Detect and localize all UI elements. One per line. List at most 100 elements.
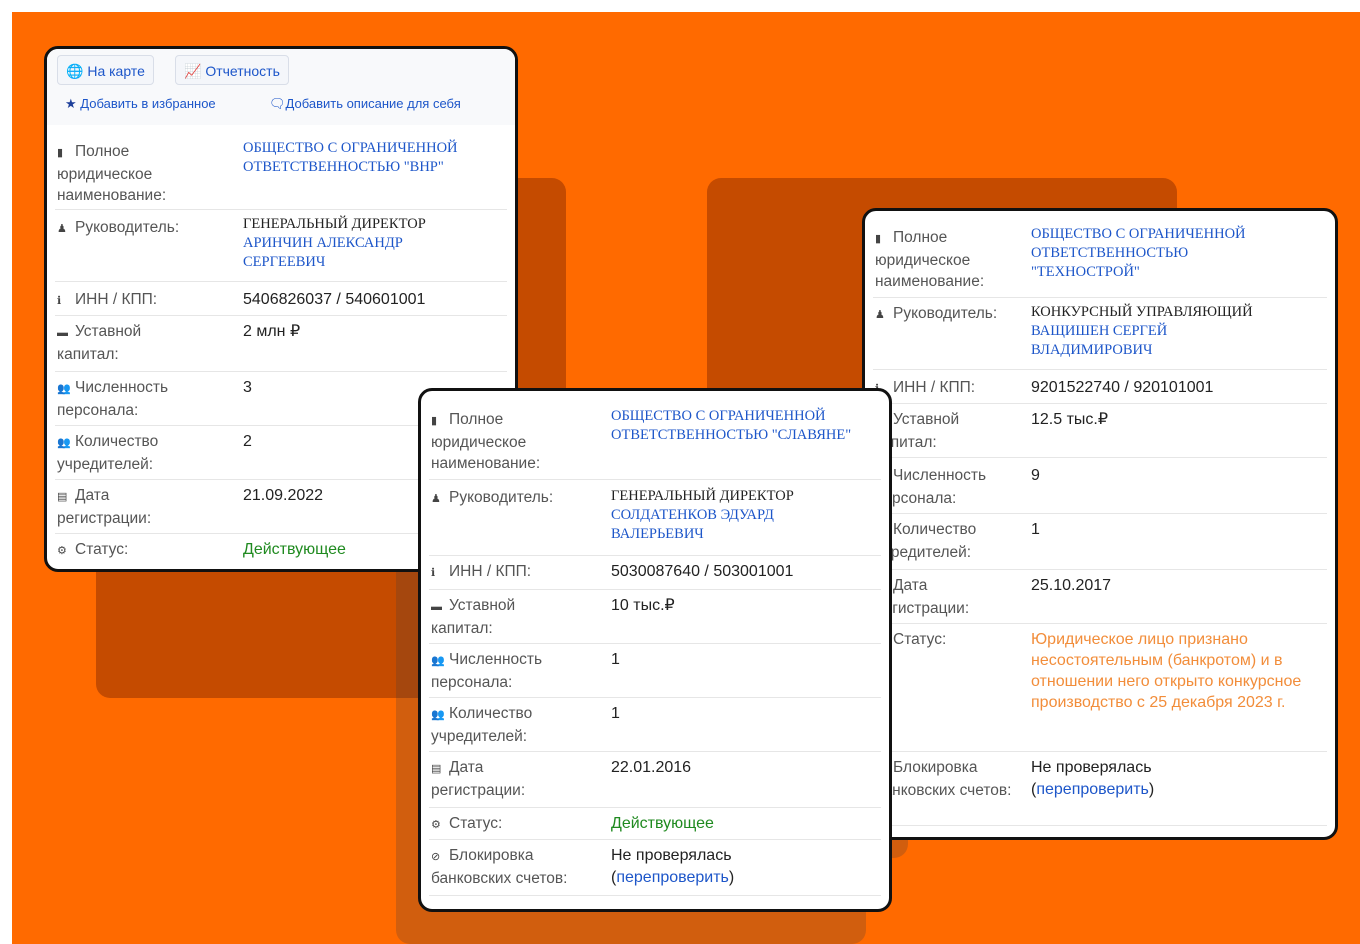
account-block-label: ⊘Блокировка банковских счетов: xyxy=(431,847,568,887)
company-name-link[interactable]: ОБЩЕСТВО С ОГРАНИЧЕННОЙ ОТВЕТСТВЕННОСТЬЮ… xyxy=(243,139,508,177)
status-label: ⚙Статус: xyxy=(431,813,502,836)
inn-label: ℹИНН / КПП: xyxy=(57,289,157,312)
map-button[interactable]: 🌐 На карте xyxy=(57,55,154,85)
inn-value: 5406826037 / 540601001 xyxy=(243,291,426,308)
founders-value: 2 xyxy=(243,433,252,450)
calendar-icon: ▤ xyxy=(431,763,442,775)
status-value: Юридическое лицо признано несостоятельны… xyxy=(1031,631,1302,711)
divider xyxy=(873,369,1327,370)
recheck-link[interactable]: перепроверить xyxy=(616,869,729,886)
capital-value: 10 тыс.₽ xyxy=(611,597,675,614)
founders-label: 👥Количество учредителей: xyxy=(57,433,159,473)
staff-label: 👥Численность персонала: xyxy=(875,467,987,507)
account-block-value: Не проверялась xyxy=(1031,759,1152,776)
status-value: Действующее xyxy=(243,541,346,558)
reports-button[interactable]: 📈 Отчетность xyxy=(175,55,289,85)
founders-label: 👥Количество учредителей: xyxy=(875,521,977,561)
capital-value: 2 млн ₽ xyxy=(243,323,301,340)
staff-value: 1 xyxy=(611,651,620,668)
company-card-tekhnostroy: ▮ Полное юридическое наименование: ОБЩЕСТ… xyxy=(862,208,1338,840)
gears-icon: ⚙ xyxy=(431,819,441,831)
money-icon: ▬ xyxy=(431,601,442,613)
head-label: ♟ Руководитель: xyxy=(431,487,553,510)
calendar-icon: ▤ xyxy=(57,491,68,503)
recheck-link[interactable]: перепроверить xyxy=(1036,781,1149,798)
head-name-link[interactable]: СОЛДАТЕНКОВ ЭДУАРД ВАЛЕРЬЕВИЧ xyxy=(611,506,841,544)
user-icon: ♟ xyxy=(875,309,885,321)
capital-label: ▬Уставной капитал: xyxy=(431,597,516,637)
divider xyxy=(429,895,881,896)
reg-date-value: 21.09.2022 xyxy=(243,487,324,504)
divider xyxy=(873,623,1327,624)
divider xyxy=(873,457,1327,458)
globe-icon: 🌐 xyxy=(66,63,84,79)
gears-icon: ⚙ xyxy=(57,545,67,557)
ban-icon: ⊘ xyxy=(431,851,441,863)
divider xyxy=(873,825,1327,826)
recheck-row: (перепроверить) xyxy=(611,869,735,886)
company-name-link[interactable]: ОБЩЕСТВО С ОГРАНИЧЕННОЙ ОТВЕТСТВЕННОСТЬЮ… xyxy=(611,407,879,445)
staff-label: 👥Численность персонала: xyxy=(431,651,543,691)
divider xyxy=(429,807,881,808)
divider xyxy=(429,589,881,590)
head-name-link[interactable]: ВАЩИШЕН СЕРГЕЙ ВЛАДИМИРОВИЧ xyxy=(1031,322,1211,360)
reg-date-value: 22.01.2016 xyxy=(611,759,692,776)
card-toolbar: 🌐 На карте 📈 Отчетность ★ Добавить в изб… xyxy=(47,49,515,125)
info-icon: ℹ xyxy=(57,295,62,307)
account-block-value: Не проверялась xyxy=(611,847,732,864)
user-icon: ♟ xyxy=(57,223,67,235)
divider xyxy=(429,839,881,840)
head-label: ♟ Руководитель: xyxy=(875,303,997,326)
chart-icon: 📈 xyxy=(184,63,202,79)
inn-label: ℹИНН / КПП: xyxy=(431,561,531,584)
head-title: КОНКУРСНЫЙ УПРАВЛЯЮЩИЙ xyxy=(1031,304,1253,320)
divider xyxy=(873,513,1327,514)
name-label: ▮ Полное юридическое наименование: xyxy=(875,229,985,290)
money-icon: ▬ xyxy=(57,327,68,339)
capital-value: 12.5 тыс.₽ xyxy=(1031,411,1109,428)
founders-label: 👥Количество учредителей: xyxy=(431,705,533,745)
inn-value: 9201522740 / 920101001 xyxy=(1031,379,1214,396)
capital-label: ▬Уставной капитал: xyxy=(57,323,142,363)
users-icon: 👥 xyxy=(431,655,445,667)
document-icon: ▮ xyxy=(875,233,882,245)
founders-value: 1 xyxy=(611,705,620,722)
reg-date-label: ▤Дата регистрации: xyxy=(875,577,970,617)
comment-icon: 🗨 xyxy=(269,96,286,111)
reg-date-label: ▤Дата регистрации: xyxy=(57,487,152,527)
head-title: ГЕНЕРАЛЬНЫЙ ДИРЕКТОР xyxy=(611,488,794,504)
divider xyxy=(873,569,1327,570)
founders-icon: 👥 xyxy=(57,437,71,449)
divider xyxy=(55,281,507,282)
divider xyxy=(873,403,1327,404)
reg-date-value: 25.10.2017 xyxy=(1031,577,1112,594)
divider xyxy=(429,555,881,556)
staff-value: 9 xyxy=(1031,467,1040,484)
divider xyxy=(873,751,1327,752)
divider xyxy=(55,371,507,372)
capital-label: ▬Уставной капитал: xyxy=(875,411,960,451)
divider xyxy=(429,643,881,644)
inn-value: 5030087640 / 503001001 xyxy=(611,563,794,580)
divider xyxy=(429,697,881,698)
recheck-row: (перепроверить) xyxy=(1031,781,1155,798)
star-icon: ★ xyxy=(65,96,77,111)
head-label: ♟ Руководитель: xyxy=(57,217,179,240)
document-icon: ▮ xyxy=(57,147,64,159)
add-description-link[interactable]: 🗨Добавить описание для себя xyxy=(269,95,461,113)
divider xyxy=(55,209,507,210)
staff-value: 3 xyxy=(243,379,252,396)
company-name-link[interactable]: ОБЩЕСТВО С ОГРАНИЧЕННОЙ ОТВЕТСТВЕННОСТЬЮ… xyxy=(1031,225,1291,282)
user-icon: ♟ xyxy=(431,493,441,505)
background-canvas: 🌐 На карте 📈 Отчетность ★ Добавить в изб… xyxy=(12,12,1360,944)
info-icon: ℹ xyxy=(431,567,436,579)
status-label: ⚙Статус: xyxy=(57,539,128,562)
name-label: ▮ Полное юридическое наименование: xyxy=(431,411,541,472)
add-favorite-link[interactable]: ★ Добавить в избранное xyxy=(65,95,216,113)
divider xyxy=(55,315,507,316)
name-label: ▮ Полное юридическое наименование: xyxy=(57,143,167,204)
divider xyxy=(429,751,881,752)
company-card-slavyane: ▮ Полное юридическое наименование: ОБЩЕСТ… xyxy=(418,388,892,912)
divider xyxy=(873,297,1327,298)
head-name-link[interactable]: АРИНЧИН АЛЕКСАНДР СЕРГЕЕВИЧ xyxy=(243,234,473,272)
